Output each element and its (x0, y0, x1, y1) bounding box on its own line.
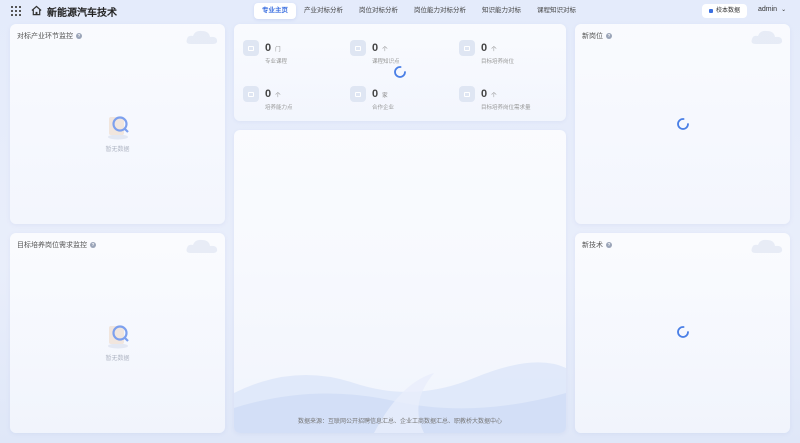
stat-value: 0 (481, 42, 488, 54)
industry-monitor-title: 对标产业环节监控 (17, 33, 73, 40)
app-title: 新能源汽车技术 (47, 8, 117, 19)
help-icon[interactable]: ? (606, 33, 612, 39)
stat-ability-points: 0个 培养能力点 (243, 84, 293, 111)
stat-value: 0 (265, 42, 272, 54)
loading-spinner-icon (677, 326, 689, 338)
help-icon[interactable]: ? (90, 242, 96, 248)
stat-value: 0 (372, 88, 379, 100)
panel-title: 新岗位 ? (582, 31, 612, 41)
help-icon[interactable]: ? (606, 242, 612, 248)
knowledge-icon (350, 40, 366, 56)
new-tech-panel: 新技术 ? (575, 233, 790, 433)
stat-unit: 个 (275, 93, 281, 99)
job-demand-title: 目标培养岗位需求监控 (17, 242, 87, 249)
tab-job-analysis[interactable]: 岗位对标分析 (351, 3, 406, 19)
app-grid-icon[interactable] (11, 6, 21, 16)
new-jobs-panel: 新岗位 ? (575, 24, 790, 224)
help-icon[interactable]: ? (76, 33, 82, 39)
stat-courses: 0门 专业课程 (243, 38, 287, 65)
loading-spinner-icon (394, 66, 406, 78)
stat-unit: 家 (382, 93, 388, 99)
new-tech-title: 新技术 (582, 242, 603, 249)
book-icon (243, 40, 259, 56)
stat-label: 培养能力点 (265, 105, 293, 111)
chevron-down-icon: ⌄ (781, 7, 787, 13)
loading-spinner-icon (677, 118, 689, 130)
stat-unit: 个 (382, 47, 388, 53)
tab-industry-analysis[interactable]: 产业对标分析 (296, 3, 351, 19)
stat-unit: 门 (275, 47, 281, 53)
stat-value: 0 (372, 42, 379, 54)
data-source-text: 数据来源：互联网公开招聘信息汇总、企业工商数据汇总、职教桥大数据中心 (297, 419, 502, 425)
main-map-panel: 数据来源：互联网公开招聘信息汇总、企业工商数据汇总、职教桥大数据中心 (234, 130, 566, 433)
ability-icon (243, 86, 259, 102)
empty-text: 暂无数据 (105, 356, 130, 362)
stat-partner-companies: 0家 合作企业 (350, 84, 394, 111)
stat-value: 0 (481, 88, 488, 100)
cloud-decoration-icon (186, 239, 218, 253)
stat-label: 合作企业 (372, 105, 395, 111)
industry-monitor-panel: 对标产业环节监控 ? 暂无数据 (10, 24, 225, 224)
tab-job-ability-analysis[interactable]: 岗位能力对标分析 (406, 3, 474, 19)
panel-title: 对标产业环节监控 ? (17, 31, 82, 41)
stat-label: 目标培养岗位 (481, 59, 515, 65)
stat-job-demand: 0个 目标培养岗位需求量 (459, 84, 531, 111)
demand-icon (459, 86, 475, 102)
new-jobs-title: 新岗位 (582, 33, 603, 40)
job-demand-monitor-panel: 目标培养岗位需求监控 ? 暂无数据 (10, 233, 225, 433)
empty-data-icon (107, 116, 129, 140)
empty-data-icon (107, 325, 129, 349)
cloud-decoration-icon (751, 239, 783, 253)
tab-course-knowledge[interactable]: 课程知识对标 (529, 3, 584, 19)
stat-label: 专业课程 (265, 59, 288, 65)
company-icon (350, 86, 366, 102)
stat-value: 0 (265, 88, 272, 100)
tab-major-home[interactable]: 专业主页 (254, 3, 296, 19)
panel-title: 新技术 ? (582, 240, 612, 250)
stat-knowledge-points: 0个 课程知识点 (350, 38, 400, 65)
empty-text: 暂无数据 (105, 147, 130, 153)
school-data-label: 校本数据 (716, 8, 741, 14)
stat-unit: 个 (491, 93, 497, 99)
stats-panel: 0门 专业课程 0个 课程知识点 0个 目标培养岗位 0个 培养能力点 0家 合… (234, 24, 566, 121)
cloud-decoration-icon (186, 30, 218, 44)
stat-label: 目标培养岗位需求量 (481, 105, 531, 111)
main-nav: 专业主页 产业对标分析 岗位对标分析 岗位能力对标分析 知识能力对标 课程知识对… (254, 3, 584, 19)
database-icon (709, 9, 713, 13)
cloud-decoration-icon (751, 30, 783, 44)
panel-title: 目标培养岗位需求监控 ? (17, 240, 96, 250)
stat-target-jobs: 0个 目标培养岗位 (459, 38, 514, 65)
job-icon (459, 40, 475, 56)
stat-label: 课程知识点 (372, 59, 400, 65)
school-data-button[interactable]: 校本数据 (702, 4, 748, 18)
top-header: 新能源汽车技术 专业主页 产业对标分析 岗位对标分析 岗位能力对标分析 知识能力… (0, 0, 800, 22)
home-icon[interactable] (31, 5, 42, 16)
username: admin (758, 6, 778, 13)
tab-knowledge-ability[interactable]: 知识能力对标 (474, 3, 529, 19)
stat-unit: 个 (491, 47, 497, 53)
user-menu[interactable]: admin ⌄ (758, 6, 786, 13)
